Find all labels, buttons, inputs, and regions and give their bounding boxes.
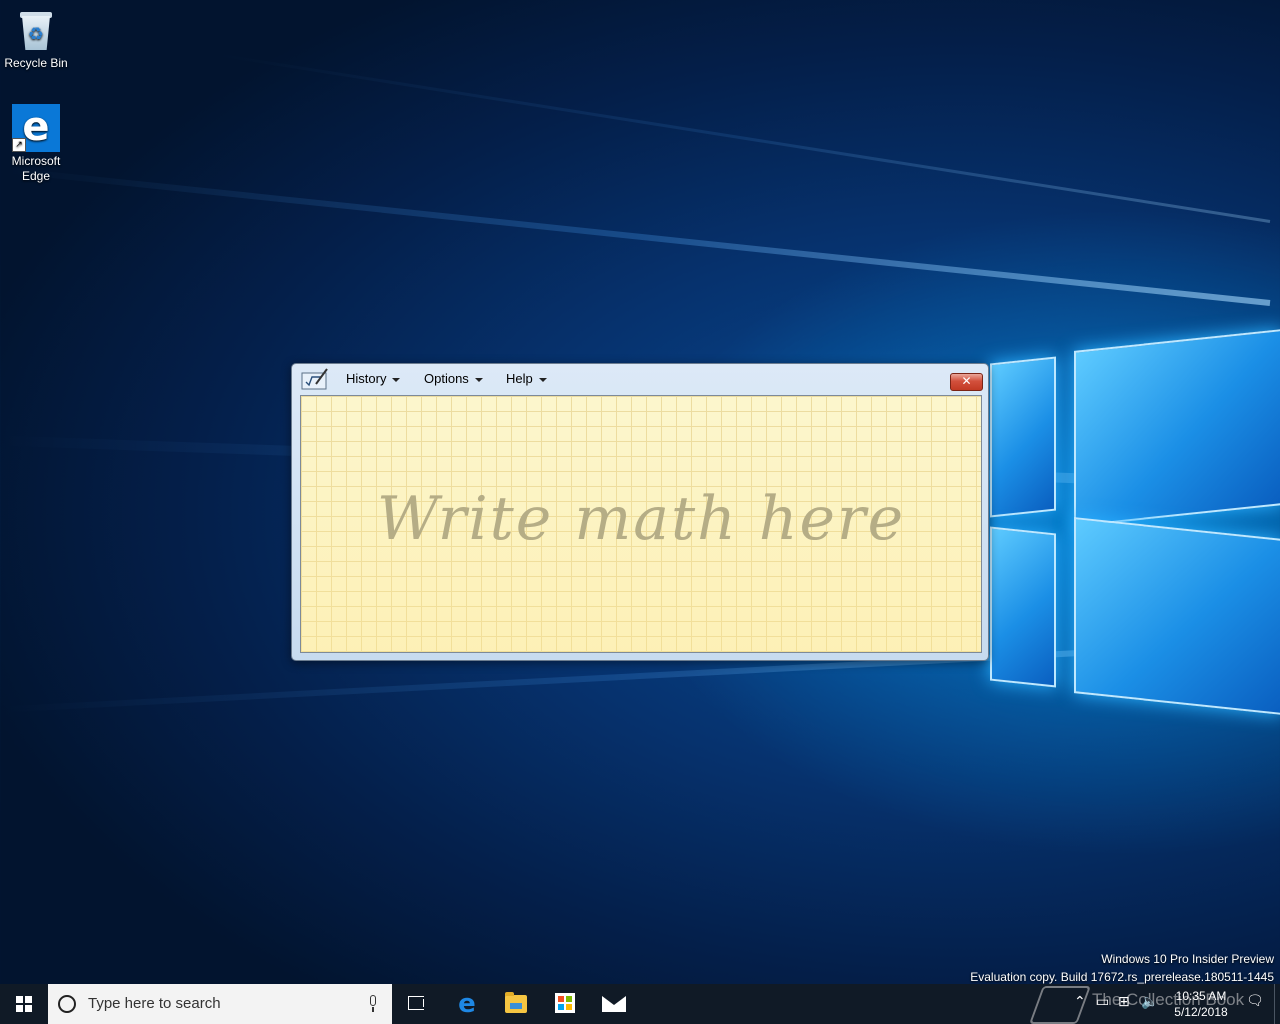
writing-area[interactable]: Write math here (300, 395, 982, 653)
taskbar-store-button[interactable] (541, 984, 589, 1024)
taskbar: Type here to search e The Collection Boo… (0, 984, 1280, 1024)
menu-options[interactable]: Options (424, 371, 483, 386)
close-button[interactable]: ✕ (950, 373, 983, 391)
menu-help[interactable]: Help (506, 371, 547, 386)
wallpaper-windows-logo (990, 329, 1280, 715)
desktop-icon-label: Recycle Bin (4, 56, 68, 70)
recycle-bin-icon: ♻ (12, 6, 60, 54)
menu-history[interactable]: History (346, 371, 401, 386)
edge-icon: e ↗ (12, 104, 60, 152)
evaluation-watermark: Windows 10 Pro Insider Preview Evaluatio… (970, 950, 1274, 986)
search-box[interactable]: Type here to search (48, 984, 392, 1024)
clock[interactable]: 10:35 AM 5/12/2018 (1162, 988, 1240, 1020)
taskbar-file-explorer-button[interactable] (492, 984, 540, 1024)
search-placeholder: Type here to search (88, 995, 221, 1012)
start-button[interactable] (0, 984, 48, 1024)
menu-bar: History Options Help ✕ (292, 364, 988, 394)
taskbar-mail-button[interactable] (590, 984, 638, 1024)
network-icon[interactable]: ⊞ (1118, 994, 1130, 1010)
folder-icon (505, 992, 527, 1013)
microphone-icon[interactable] (368, 995, 378, 1013)
wallpaper-beam (212, 52, 1271, 223)
store-icon (555, 993, 575, 1013)
windows-logo-icon (16, 996, 32, 1012)
menu-history-label: History (346, 371, 387, 386)
chevron-down-icon (474, 377, 483, 382)
show-desktop-button[interactable] (1274, 984, 1280, 1024)
watermark-edition: Windows 10 Pro Insider Preview (1101, 952, 1274, 966)
desktop-icon-recycle-bin[interactable]: ♻ Recycle Bin (0, 6, 72, 71)
show-hidden-icons-chevron-icon[interactable]: ⌃ (1074, 994, 1086, 1010)
wallpaper-beam (6, 167, 1271, 306)
math-input-panel-icon (301, 368, 328, 390)
volume-icon[interactable]: 🔈 (1141, 994, 1158, 1010)
menu-options-label: Options (424, 371, 469, 386)
chevron-down-icon (538, 377, 547, 382)
shortcut-arrow-icon: ↗ (12, 138, 26, 152)
menu-help-label: Help (506, 371, 533, 386)
action-center-icon[interactable]: 🗨 (1246, 993, 1264, 1009)
math-input-panel-window: History Options Help ✕ Write math here (291, 363, 989, 661)
task-view-icon (408, 996, 424, 1010)
mail-icon (602, 996, 626, 1012)
edge-icon: e (458, 989, 476, 1019)
chevron-down-icon (392, 377, 401, 382)
pen-workspace-icon[interactable]: ▭ (1096, 994, 1109, 1010)
clock-time: 10:35 AM (1175, 989, 1227, 1003)
desktop-icon-microsoft-edge[interactable]: e ↗ Microsoft Edge (0, 104, 72, 184)
task-view-button[interactable] (392, 984, 440, 1024)
clock-date: 5/12/2018 (1174, 1005, 1228, 1019)
writing-area-placeholder: Write math here (376, 484, 906, 554)
desktop-icon-label: Microsoft Edge (11, 154, 61, 183)
taskbar-edge-button[interactable]: e (443, 984, 491, 1024)
cortana-icon (58, 995, 76, 1013)
